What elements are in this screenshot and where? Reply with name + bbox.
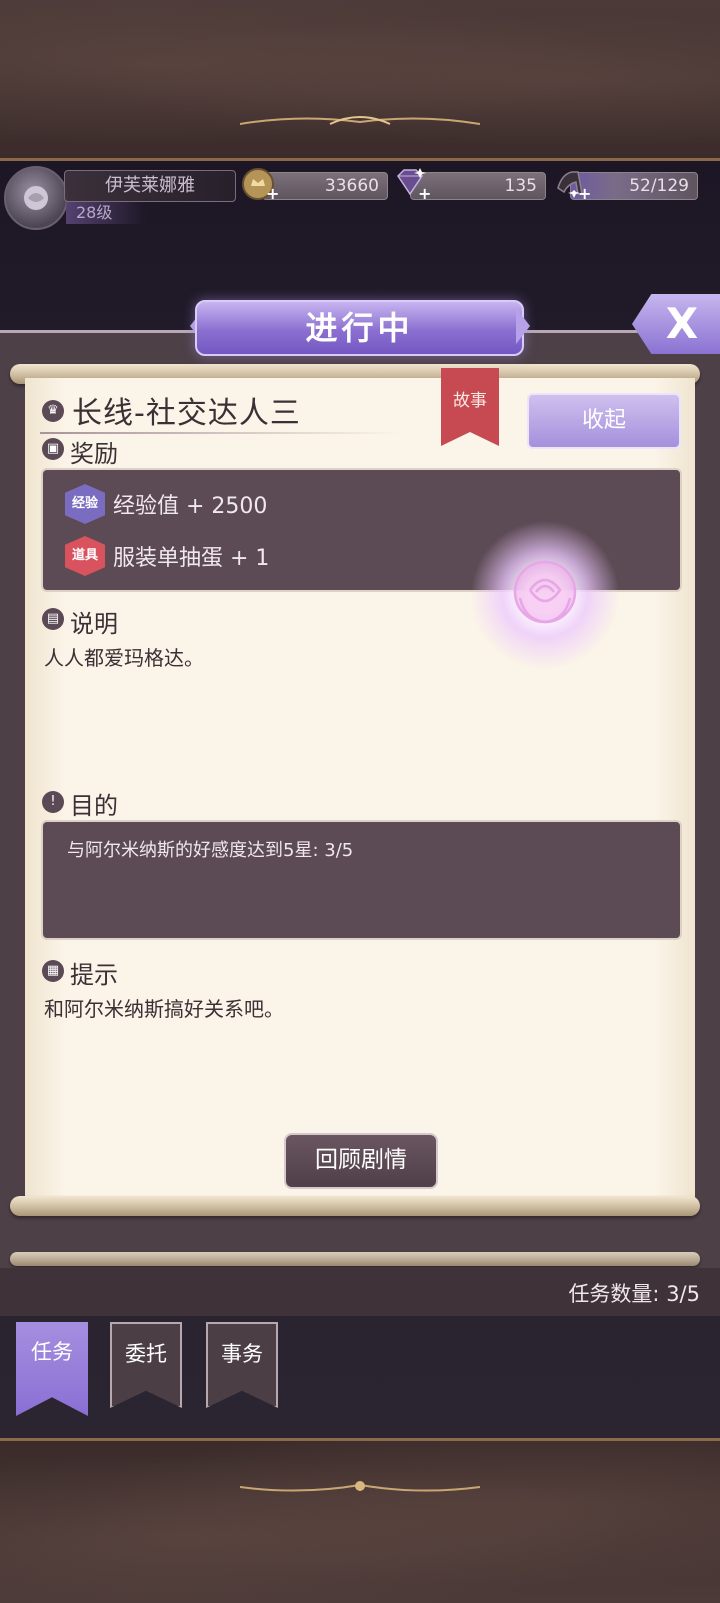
objective-text: 与阿尔米纳斯的好感度达到5星: 3/5: [67, 840, 354, 861]
hint-text: 和阿尔米纳斯搞好关系吧。: [44, 997, 284, 1021]
scroll-bottom-rod: [10, 1196, 700, 1216]
description-text: 人人都爱玛格达。: [44, 646, 204, 670]
banner-right-tip: [516, 308, 530, 344]
quest-count: 任务数量: 3/5: [568, 1282, 700, 1306]
player-level: 28级: [66, 202, 146, 224]
review-story-button[interactable]: 回顾剧情: [284, 1133, 438, 1189]
player-name: 伊芙莱娜雅: [64, 170, 236, 202]
add-gold-icon[interactable]: +: [266, 184, 279, 203]
collapse-button[interactable]: 收起: [527, 393, 681, 449]
reward-icon: ▣: [42, 438, 64, 460]
exclamation-icon: !: [42, 791, 64, 813]
note-icon: ▦: [42, 960, 64, 982]
reward-text: 经验值 + 2500: [113, 494, 268, 519]
page-title: 进行中: [195, 300, 524, 356]
reward-label: 奖励: [70, 440, 118, 468]
next-scroll-rod: [10, 1252, 700, 1266]
gold-counter: 33660: [262, 172, 388, 200]
book-icon: ▤: [42, 608, 64, 630]
hint-label: 提示: [70, 961, 118, 989]
objective-label: 目的: [70, 792, 118, 820]
quest-count-bar: 任务数量: 3/5: [0, 1268, 720, 1316]
exp-badge-icon: 经验: [65, 484, 105, 524]
avatar[interactable]: [4, 166, 68, 230]
quest-title: 长线-社交达人三: [72, 396, 301, 431]
bottom-frame: [0, 1438, 720, 1603]
rose-icon: [24, 186, 48, 210]
add-gem-icon[interactable]: +: [418, 184, 431, 203]
description-label: 说明: [70, 610, 118, 638]
crown-icon: ♛: [42, 400, 64, 422]
add-stamina-icon[interactable]: +: [578, 184, 591, 203]
ornament-icon: [240, 116, 480, 125]
reward-text: 服装单抽蛋 + 1: [113, 546, 270, 571]
item-badge-icon: 道具: [65, 536, 105, 576]
objective-box: 与阿尔米纳斯的好感度达到5星: 3/5: [41, 820, 682, 940]
glowing-rose-icon: [470, 520, 620, 670]
ornament-icon: [240, 1481, 480, 1492]
top-frame: [0, 0, 720, 161]
